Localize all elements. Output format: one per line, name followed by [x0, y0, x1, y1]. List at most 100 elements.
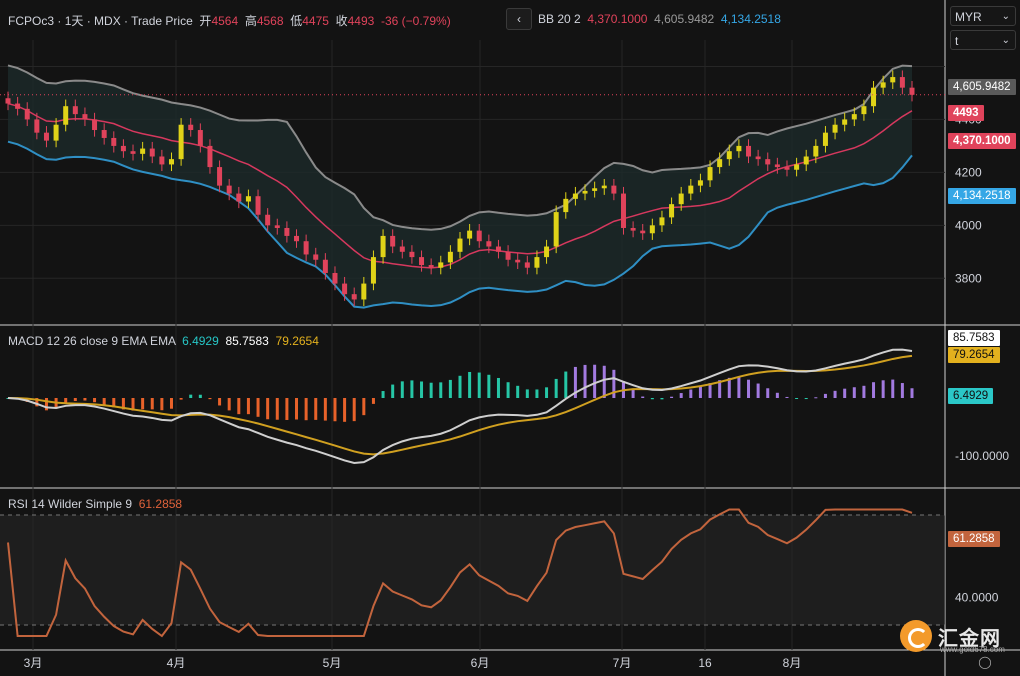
candle-body [409, 251, 415, 258]
candle-body [294, 235, 300, 242]
macd-hist-bar [93, 398, 97, 403]
candle-body [63, 106, 69, 125]
x-axis-label: 7月 [613, 656, 632, 670]
candle-body [447, 251, 453, 263]
candle-body [697, 180, 703, 186]
bb-lower-value: 4,134.2518 [720, 12, 781, 26]
symbol-name[interactable]: FCPOc3 [8, 14, 54, 28]
macd-hist-bar [275, 398, 279, 420]
candle-body [217, 167, 223, 186]
candle-body [342, 283, 348, 295]
macd-line-tag: 85.7583 [948, 330, 1000, 346]
unit-select[interactable]: t ⌄ [950, 30, 1016, 50]
candle-body [120, 145, 126, 152]
macd-hist-bar [381, 391, 385, 398]
chevron-down-icon: ⌄ [1001, 35, 1010, 46]
candle-body [332, 272, 338, 284]
macd-hist-bar [698, 386, 702, 398]
macd-hist-bar [73, 398, 77, 402]
candle-body [630, 227, 636, 231]
candle-body [678, 193, 684, 205]
candle-body [505, 251, 511, 260]
macd-hist-bar [496, 377, 500, 398]
candle-body [92, 119, 98, 131]
candle-body [390, 235, 396, 247]
candle-body [370, 257, 376, 284]
macd-label[interactable]: MACD 12 26 close 9 EMA EMA [8, 334, 175, 348]
candle-body [140, 148, 146, 154]
macd-hist-bar [525, 389, 529, 398]
symbol-legend: FCPOc3 · 1天 · MDX · Trade Price 开4564 高4… [8, 14, 451, 28]
macd-hist-bar [314, 398, 318, 420]
macd-legend: MACD 12 26 close 9 EMA EMA 6.4929 85.758… [8, 334, 319, 348]
logo-url: www.gold678.com [940, 645, 1005, 654]
candle-body [197, 130, 203, 146]
candle-body [15, 103, 21, 109]
candle-body [495, 246, 501, 252]
macd-hist-bar [218, 398, 222, 406]
chevron-left-icon[interactable]: ‹ [506, 8, 532, 30]
macd-hist-bar [160, 398, 164, 411]
macd-hist-bar [872, 382, 876, 398]
candle-body [438, 262, 444, 268]
macd-hist-bar [179, 398, 183, 400]
candle-body [149, 148, 155, 157]
candle-body [572, 193, 578, 199]
macd-hist-bar [362, 398, 366, 416]
candle-body [245, 196, 251, 202]
macd-hist-bar [641, 396, 645, 398]
logo-icon [900, 620, 932, 652]
rsi-label[interactable]: RSI 14 Wilder Simple 9 [8, 497, 132, 511]
candle-body [24, 108, 30, 120]
candle-body [361, 283, 367, 300]
candle-body [168, 159, 174, 165]
unit-select-value: t [955, 34, 959, 48]
macd-axis-label: -100.0000 [955, 449, 1009, 463]
candle-body [813, 145, 819, 157]
macd-hist-bar [747, 379, 751, 398]
candle-body [380, 235, 386, 258]
macd-hist-bar [833, 390, 837, 398]
macd-hist-bar [679, 393, 683, 398]
macd-hist-bar [208, 398, 212, 400]
candle-body [43, 132, 49, 141]
settings-gear-icon[interactable]: ◯ [978, 655, 992, 669]
price-axis-label: 3800 [955, 271, 982, 285]
macd-hist-bar [660, 398, 664, 400]
candle-body [178, 124, 184, 160]
macd-hist-bar [477, 372, 481, 398]
macd-hist-bar [535, 389, 539, 398]
candle-body [351, 294, 357, 300]
macd-hist-bar [602, 365, 606, 398]
currency-select[interactable]: MYR ⌄ [950, 6, 1016, 26]
rsi-axis-label: 40.0000 [955, 591, 999, 605]
macd-hist-bar [506, 382, 510, 398]
candle-body [303, 241, 309, 255]
macd-hist-bar [583, 364, 587, 398]
macd-hist-bar [823, 393, 827, 398]
macd-hist-bar [266, 398, 270, 420]
macd-hist-bar [150, 398, 154, 410]
bb-label[interactable]: BB 20 2 [538, 12, 581, 26]
macd-hist-bar [881, 380, 885, 398]
macd-hist-bar [198, 394, 202, 398]
macd-signal-tag: 79.2654 [948, 347, 1000, 363]
candle-body [101, 130, 107, 138]
macd-hist-bar [44, 398, 48, 411]
candle-body [717, 159, 723, 168]
candle-body [890, 77, 896, 83]
candle-body [159, 156, 165, 165]
macd-hist-bar [420, 381, 424, 398]
macd-hist-bar [689, 389, 693, 398]
low-label: 低 [290, 14, 303, 28]
close-value: 4493 [347, 14, 375, 28]
candle-body [313, 254, 319, 260]
candle-body [582, 190, 588, 194]
candle-body [236, 193, 242, 202]
candle-body [82, 114, 88, 120]
high-label: 高 [244, 14, 257, 28]
macd-line-value: 85.7583 [225, 334, 269, 348]
rsi-value: 61.2858 [138, 497, 183, 511]
macd-hist-bar [285, 398, 289, 420]
macd-hist-bar [323, 398, 327, 421]
